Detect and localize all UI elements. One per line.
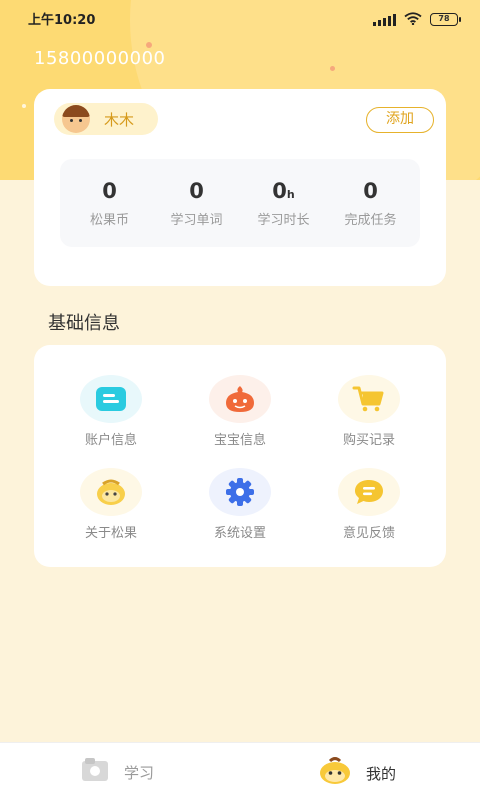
child-selector[interactable]: 木木 [54,103,158,135]
bottom-tab-bar: 学习 我的 [0,742,480,800]
menu-label: 关于松果 [84,526,137,541]
status-icons: 78 [373,10,461,29]
status-time: 上午10:20 [28,13,96,28]
stat-value: 0 [363,178,378,203]
header-decor-dot [22,104,26,108]
tab-study[interactable]: 学习 [80,757,154,787]
stat-words: 0 学习单词 [157,179,237,228]
menu-label: 系统设置 [213,526,266,541]
menu-feedback[interactable]: 意见反馈 [304,468,434,541]
stat-label: 完成任务 [344,212,397,228]
pinecone-mascot-icon [80,468,142,516]
tab-label: 我的 [366,764,397,783]
menu-settings[interactable]: 系统设置 [175,468,305,541]
gear-icon [209,468,271,516]
account-card-icon [80,375,142,423]
wifi-icon [404,10,422,29]
stats-panel: 0 松果币 0 学习单词 0h 学习时长 0 完成任务 [60,159,420,247]
signal-icon [373,13,396,26]
stat-tasks: 0 完成任务 [331,179,411,228]
stat-label: 学习单词 [170,212,223,228]
cart-icon [338,375,400,423]
profile-card: 木木 添加 0 松果币 0 学习单词 0h 学习时长 0 完成任务 [34,89,446,286]
stat-coins: 0 松果币 [70,179,150,228]
stat-value: 0h [272,178,295,203]
stat-duration: 0h 学习时长 [244,179,324,228]
feedback-chat-icon [338,468,400,516]
menu-card: 账户信息 宝宝信息 购买记录 关于松果 系统设置 意见反馈 [34,345,446,567]
mascot-icon [318,757,352,789]
menu-baby-info[interactable]: 宝宝信息 [175,375,305,448]
menu-label: 账户信息 [84,433,137,448]
tab-mine[interactable]: 我的 [318,757,396,789]
stat-label: 松果币 [89,212,129,228]
child-name: 木木 [104,110,135,129]
user-phone: 15800000000 [34,48,166,69]
status-bar: 上午10:20 78 [0,0,480,34]
menu-label: 意见反馈 [342,526,395,541]
menu-label: 宝宝信息 [213,433,266,448]
battery-icon: 78 [430,13,461,26]
stat-label: 学习时长 [257,212,310,228]
header-decor-dot [330,66,335,71]
menu-label: 购买记录 [342,433,395,448]
child-avatar [62,105,90,133]
add-child-button[interactable]: 添加 [366,107,434,133]
menu-account-info[interactable]: 账户信息 [46,375,176,448]
baby-icon [209,375,271,423]
section-title: 基础信息 [48,313,120,334]
stat-value: 0 [189,178,204,203]
tab-label: 学习 [124,763,155,782]
stat-value: 0 [102,178,117,203]
menu-about[interactable]: 关于松果 [46,468,176,541]
menu-purchase-records[interactable]: 购买记录 [304,375,434,448]
study-icon [80,757,110,787]
